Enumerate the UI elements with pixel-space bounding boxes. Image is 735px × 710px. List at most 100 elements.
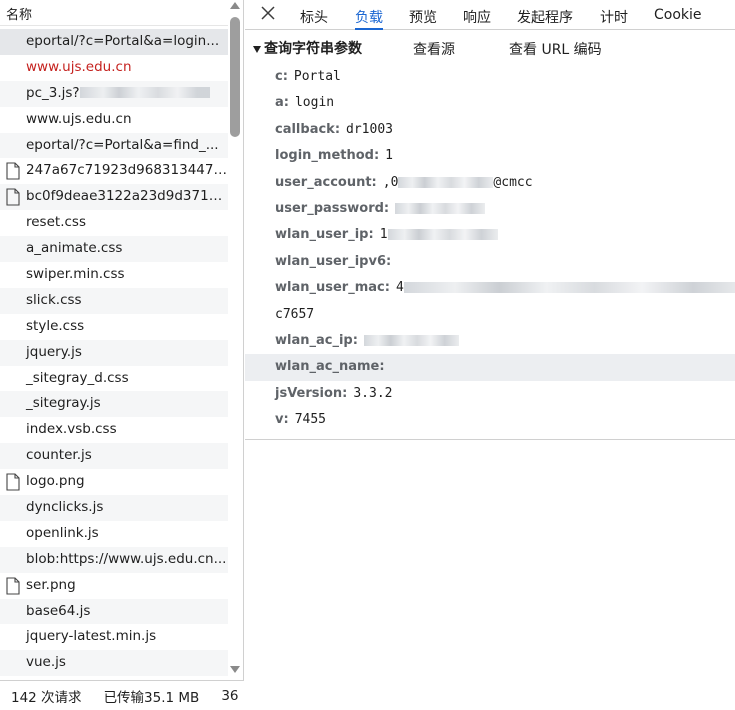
request-row[interactable]: _sitegray_d.css (0, 366, 228, 392)
param-row[interactable]: c: Portal (245, 64, 735, 90)
request-row[interactable]: style.css (0, 314, 228, 340)
param-value: 3.3.2 (353, 385, 393, 401)
tab-headers[interactable]: 标头 (300, 7, 328, 30)
request-row[interactable]: base64.js (0, 598, 228, 625)
query-string-params-toggle[interactable]: 查询字符串参数 (253, 38, 362, 58)
request-count: 142 次请求 (11, 689, 82, 706)
tab-preview[interactable]: 预览 (409, 7, 437, 30)
param-value: Portal (293, 69, 341, 84)
request-row[interactable]: www.ujs.edu.cn (0, 55, 228, 81)
request-name: counter.js (26, 447, 92, 464)
request-row[interactable]: vue.js (0, 650, 228, 677)
request-row[interactable]: a_animate.css (0, 236, 228, 263)
collapse-triangle-icon (253, 45, 261, 53)
request-name: ser.png (26, 576, 76, 593)
details-tabbar: 标头 负载 预览 响应 发起程序 计时 Cookie (245, 0, 735, 30)
request-row[interactable]: dynclicks.js (0, 495, 228, 521)
request-name: 247a67c71923d9683134473... (26, 162, 228, 179)
param-value: 1 (379, 227, 388, 243)
request-row[interactable]: jquery.js (0, 339, 228, 366)
request-row[interactable]: swiper.min.css (0, 262, 228, 288)
request-details-panel: 标头 负载 预览 响应 发起程序 计时 Cookie 查询字符串参数 查看源 查… (245, 0, 735, 710)
request-list-panel: 名称 eportal/?c=Portal&a=login... www.ujs.e… (0, 0, 244, 710)
view-url-encoded-link[interactable]: 查看 URL 编码 (509, 39, 602, 59)
empty-area (245, 441, 735, 710)
request-row[interactable]: ser.png (0, 573, 228, 599)
tab-timing[interactable]: 计时 (600, 7, 628, 30)
param-row[interactable]: user_password: (245, 196, 735, 222)
scroll-down-arrow-icon[interactable] (230, 666, 240, 673)
name-column-header[interactable]: 名称 (0, 0, 228, 26)
param-row[interactable]: callback: dr1003 (245, 117, 735, 143)
param-row[interactable]: wlan_user_ip: 1 (245, 222, 735, 248)
redacted-value (398, 176, 494, 188)
param-key: login_method: (275, 148, 380, 164)
request-name: jquery-latest.min.js (26, 628, 157, 645)
param-value: ,0 (382, 174, 399, 190)
request-row[interactable]: blob:https://www.ujs.edu.cn... (0, 546, 228, 573)
tab-response[interactable]: 响应 (463, 7, 491, 30)
param-value: login (294, 95, 335, 111)
param-value: 7455 (294, 412, 326, 428)
file-icon (6, 162, 20, 181)
tab-payload[interactable]: 负载 (355, 7, 383, 30)
param-row[interactable]: user_account: ,0 @cmcc (245, 170, 735, 196)
request-rows: eportal/?c=Portal&a=login... www.ujs.edu.… (0, 29, 228, 677)
request-name: reset.css (26, 214, 86, 231)
param-key: wlan_ac_ip: (275, 332, 358, 348)
request-name: openlink.js (26, 524, 99, 541)
request-row[interactable]: pc_3.js? (0, 80, 228, 107)
redacted-value (395, 202, 486, 214)
param-row[interactable]: wlan_ac_name: (245, 354, 735, 381)
request-row[interactable]: slick.css (0, 287, 228, 314)
request-name: eportal/?c=Portal&a=find_... (26, 136, 219, 153)
request-row[interactable]: bc0f9deae3122a23d9d371a... (0, 184, 228, 211)
request-row[interactable]: _sitegray.js (0, 391, 228, 418)
request-row[interactable]: openlink.js (0, 521, 228, 547)
param-key: wlan_user_ip: (275, 227, 374, 243)
param-key: a: (275, 95, 289, 111)
param-value: c7657 (275, 306, 315, 322)
request-list-scrollbar[interactable] (228, 0, 242, 680)
param-row[interactable]: a: login (245, 90, 735, 116)
request-row[interactable]: reset.css (0, 210, 228, 236)
view-source-link[interactable]: 查看源 (413, 39, 455, 59)
tab-initiator[interactable]: 发起程序 (517, 7, 573, 30)
param-key: user_password: (275, 200, 390, 216)
request-name: www.ujs.edu.cn (26, 58, 132, 75)
close-icon[interactable] (259, 4, 277, 22)
resources-size: 36 (221, 687, 239, 704)
param-key: c: (275, 69, 288, 84)
param-row[interactable]: jsVersion: 3.3.2 (245, 381, 735, 407)
request-name: jquery.js (26, 343, 82, 360)
request-row[interactable]: 247a67c71923d9683134473... (0, 158, 228, 184)
param-row[interactable]: wlan_ac_ip: (245, 328, 735, 354)
tab-cookies[interactable]: Cookie (654, 7, 702, 30)
request-name: www.ujs.edu.cn (26, 110, 132, 127)
param-row[interactable]: wlan_user_mac: 4 (245, 275, 735, 301)
param-value: 1 (385, 148, 393, 164)
param-row[interactable]: c7657 (245, 302, 735, 328)
file-icon (6, 473, 20, 491)
file-icon (6, 188, 20, 206)
param-key: wlan_user_mac: (275, 280, 390, 296)
transferred-size: 已传输35.1 MB (103, 689, 200, 706)
request-row[interactable]: logo.png (0, 469, 228, 495)
param-list: c: Portal a: login callback: dr1003 login_meth… (245, 64, 735, 433)
request-row[interactable]: index.vsb.css (0, 417, 228, 443)
scroll-up-arrow-icon[interactable] (230, 2, 240, 9)
param-key: v: (275, 412, 289, 428)
request-row[interactable]: www.ujs.edu.cn (0, 107, 228, 133)
param-row[interactable]: login_method: 1 (245, 143, 735, 169)
request-row[interactable]: eportal/?c=Portal&a=find_... (0, 132, 228, 159)
status-bar: 142 次请求 已传输35.1 MB 36 (0, 680, 244, 710)
request-name: a_animate.css (26, 240, 123, 257)
request-row[interactable]: eportal/?c=Portal&a=login... (0, 29, 228, 55)
request-row[interactable]: jquery-latest.min.js (0, 624, 228, 650)
request-name: slick.css (26, 291, 82, 308)
param-row[interactable]: wlan_user_ipv6: (245, 249, 735, 275)
request-name: eportal/?c=Portal&a=login... (26, 33, 220, 49)
param-row[interactable]: v: 7455 (245, 407, 735, 433)
request-row[interactable]: counter.js (0, 443, 228, 470)
scroll-thumb[interactable] (230, 17, 240, 137)
